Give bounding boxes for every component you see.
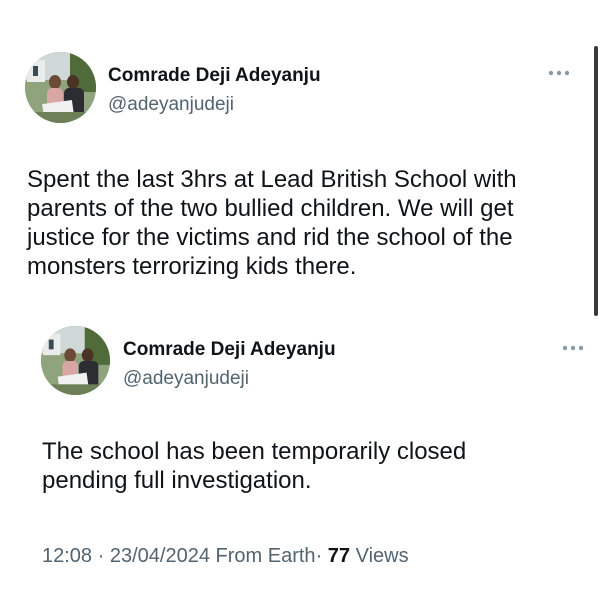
tweet-screenshot: Comrade Deji Adeyanju @adeyanjudeji Spen… [0,0,602,603]
profile-photo-image [25,52,96,123]
scrollbar[interactable] [594,46,598,316]
username-handle[interactable]: @adeyanjudeji [108,93,234,117]
tweet-date[interactable]: 23/04/2024 [110,545,210,567]
tweet-text: Spent the last 3hrs at Lead British Scho… [27,166,517,280]
quoted-avatar[interactable] [41,326,110,395]
tweet-source: From Earth [215,545,316,567]
avatar[interactable] [25,52,96,123]
meta-separator: · [315,545,323,567]
views-label[interactable]: Views [356,545,409,567]
display-name[interactable]: Comrade Deji Adeyanju [108,64,321,88]
more-horizontal-icon[interactable] [546,67,572,79]
tweet-time[interactable]: 12:08 [42,545,92,567]
quoted-username-handle[interactable]: @adeyanjudeji [123,367,249,391]
tweet-meta: 12:08 · 23/04/2024 From Earth· 77 Views [42,543,409,569]
quoted-display-name[interactable]: Comrade Deji Adeyanju [123,338,336,362]
quoted-tweet-text: The school has been temporarily closed p… [42,438,467,494]
quoted-more-horizontal-icon[interactable] [560,342,586,354]
meta-separator: · [97,545,105,567]
views-count[interactable]: 77 [328,545,350,567]
profile-photo-image [41,326,110,395]
